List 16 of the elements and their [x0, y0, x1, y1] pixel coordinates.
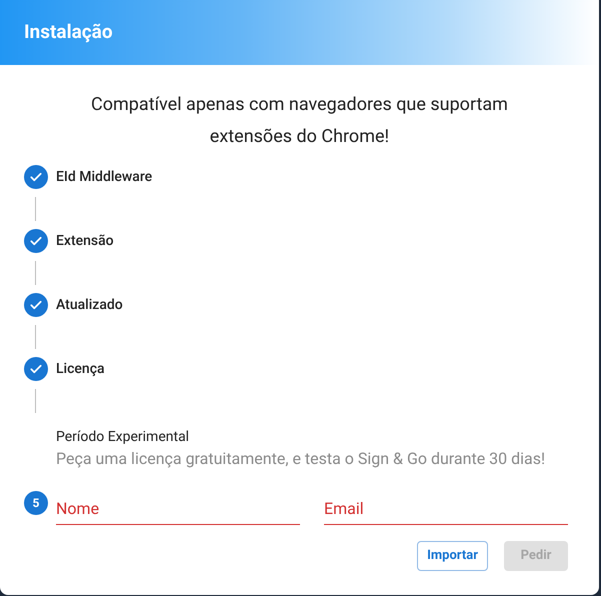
- step-number: 5: [24, 491, 48, 515]
- check-icon: [29, 234, 43, 248]
- dialog-title: Instalação: [24, 19, 113, 46]
- step-label: EId Middleware: [56, 168, 152, 187]
- step-label: Licença: [56, 360, 105, 379]
- step-description: Peça uma licença gratuitamente, e testa o Sign & Go durante 30 dias!: [56, 448, 546, 470]
- check-icon: [29, 298, 43, 312]
- check-icon: [29, 170, 43, 184]
- import-button[interactable]: Importar: [417, 541, 488, 571]
- compatibility-notice: Compatível apenas com navegadores que suportam extensões do Chrome!: [90, 93, 509, 149]
- step-label: Extensão: [56, 232, 114, 251]
- step-label: Período Experimental: [56, 428, 190, 447]
- check-icon: [29, 362, 43, 376]
- step-label: Atualizado: [56, 296, 123, 315]
- text-field[interactable]: Nome: [56, 493, 300, 525]
- text-field[interactable]: Email: [324, 493, 568, 525]
